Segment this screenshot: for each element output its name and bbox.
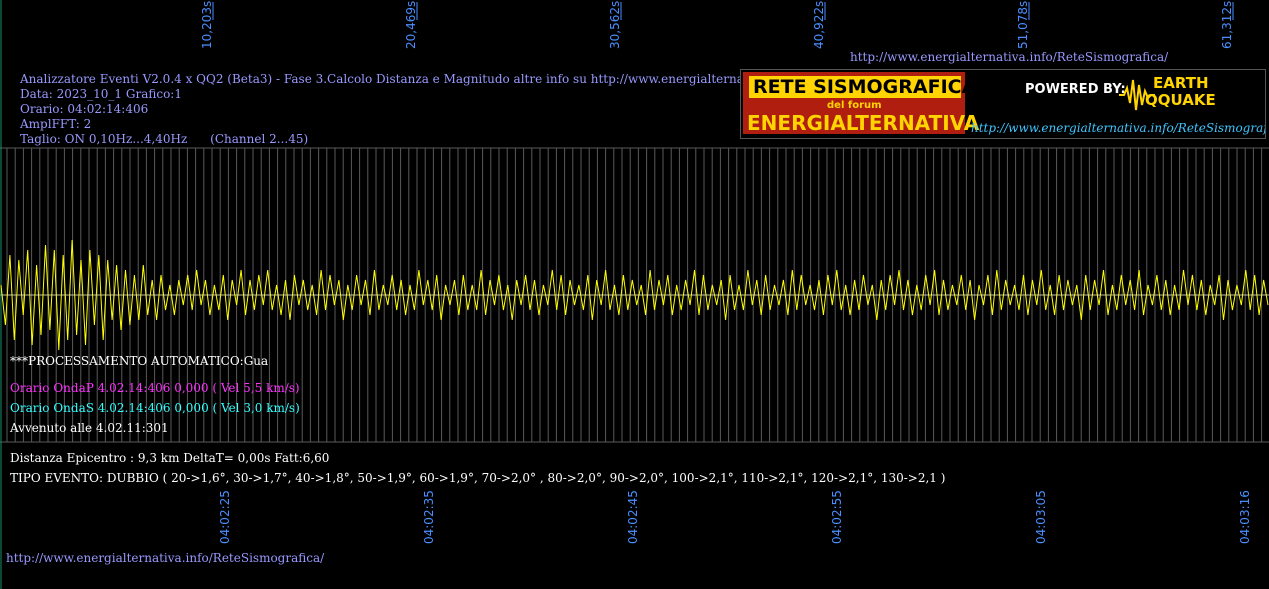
rete-sismografica-banner[interactable]: RETE SISMOGRAFICA del forum ENERGIALTERN…	[740, 69, 1266, 139]
epicenter-distance: Distanza Epicentro : 9,3 km DeltaT= 0,00…	[10, 451, 330, 465]
header-info: Analizzatore Eventi V2.0.4 x QQ2 (Beta3)…	[20, 72, 855, 147]
top-tick-label: 61,312s	[1220, 1, 1234, 49]
bottom-tick-label: 04:03:05	[1034, 490, 1048, 544]
header-line-4: AmplFFT: 2	[20, 117, 92, 131]
banner-logo-qquake: QQUAKE	[1145, 91, 1216, 109]
top-time-ticks: 10,203s 20,469s 30,562s 40,922s 51,078s 61,31…	[200, 1, 1234, 49]
banner-title-2: del forum	[827, 100, 882, 111]
top-tick-label: 20,469s	[404, 1, 418, 49]
processing-title: ***PROCESSAMENTO AUTOMATICO:Gua	[10, 354, 269, 368]
bottom-clock-ticks: 04:02:25 04:02:35 04:02:45 04:02:55 04:03:05…	[218, 490, 1252, 544]
top-tick-label: 30,562s	[608, 1, 622, 49]
event-type: TIPO EVENTO: DUBBIO ( 20->1,6°, 30->1,7°…	[10, 471, 946, 485]
banner-title-1: RETE SISMOGRAFICA	[753, 76, 977, 98]
header-line-3: Orario: 04:02:14:406	[20, 102, 149, 116]
banner-powered-by: POWERED BY:	[1025, 82, 1126, 97]
top-tick-label: 10,203s	[200, 1, 214, 49]
event-time: Avvenuto alle 4.02.11:301	[10, 421, 169, 435]
onda-s-time: Orario OndaS 4.02.14:406 0,000 ( Vel 3,0…	[10, 401, 300, 415]
onda-p-time: Orario OndaP 4.02.14:406 0,000 ( Vel 5,5…	[10, 381, 300, 395]
top-tick-label: 40,922s	[812, 1, 826, 49]
header-line-5: Taglio: ON 0,10Hz...4,40Hz (Channel 2...…	[20, 132, 309, 146]
header-line-2: Data: 2023_10_1 Grafico:1	[20, 87, 182, 101]
bottom-tick-label: 04:02:45	[626, 490, 640, 544]
banner-title-3: ENERGIALTERNATIVA	[747, 111, 980, 135]
top-url[interactable]: http://www.energialternativa.info/ReteSi…	[850, 50, 1168, 64]
bottom-tick-label: 04:03:16	[1238, 490, 1252, 544]
bottom-url[interactable]: http://www.energialternativa.info/ReteSi…	[6, 551, 324, 565]
header-line-1: Analizzatore Eventi V2.0.4 x QQ2 (Beta3)…	[20, 72, 856, 86]
banner-url[interactable]: http://www.energialternativa.info/ReteSi…	[971, 121, 1265, 135]
bottom-tick-label: 04:02:55	[830, 490, 844, 544]
top-tick-label: 51,078s	[1016, 1, 1030, 49]
bottom-tick-label: 04:02:35	[422, 490, 436, 544]
bottom-tick-label: 04:02:25	[218, 490, 232, 544]
banner-logo-earth: EARTH	[1153, 74, 1209, 92]
